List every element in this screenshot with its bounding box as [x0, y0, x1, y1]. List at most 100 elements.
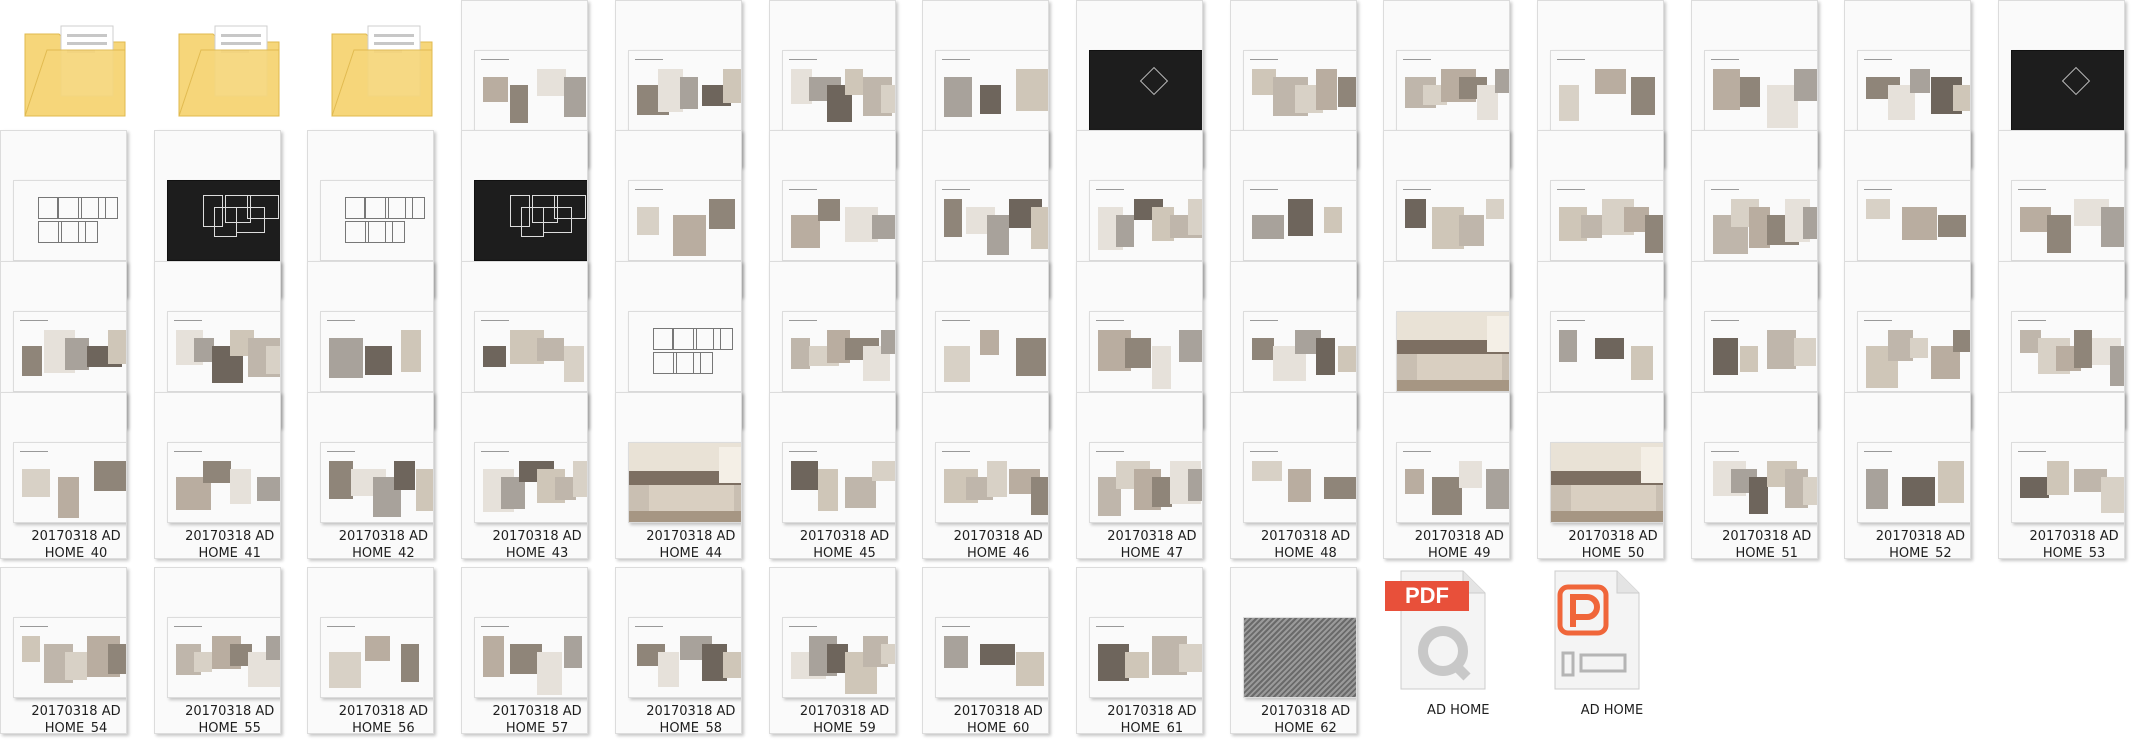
file-name-label: 20170318 AD HOME_59 — [799, 704, 890, 734]
slide-thumbnail — [2011, 180, 2125, 261]
thumb-decoration — [1115, 215, 1134, 247]
slide-thumbnail — [1703, 311, 1817, 392]
slide-thumbnail — [13, 617, 126, 698]
thumb-decoration — [1559, 85, 1579, 121]
thumb-decoration — [2018, 320, 2047, 321]
slide-thumbnail — [2011, 50, 2125, 131]
file-name-label: 20170318 AD HOME_50 — [1568, 529, 1658, 559]
slide-thumbnail — [935, 180, 1049, 261]
file-item[interactable]: 20170318 AD HOME_47 — [1075, 392, 1203, 559]
thumb-decoration — [564, 346, 585, 382]
thumb-decoration — [327, 451, 356, 452]
thumb-decoration — [1710, 451, 1739, 452]
thumb-decoration — [679, 77, 698, 109]
file-grid: CAD施工图物料表效果图及彩平20170318 AD HOME_12017031… — [0, 0, 2146, 748]
thumb-decoration — [658, 652, 680, 687]
thumb-decoration — [708, 199, 735, 229]
slide-thumbnail — [781, 50, 895, 131]
thumb-decoration — [1580, 215, 1602, 238]
thumb-decoration — [2047, 215, 2072, 253]
thumb-decoration — [481, 320, 510, 321]
thumb-decoration — [173, 451, 202, 452]
thumb-decoration — [22, 469, 50, 497]
file-item[interactable]: 20170318 AD HOME_60 — [922, 567, 1050, 734]
thumb-decoration — [1323, 477, 1356, 499]
thumb-decoration — [1793, 69, 1817, 101]
file-item[interactable]: 20170318 AD HOME_41 — [153, 392, 281, 559]
thumb-decoration — [394, 461, 416, 490]
thumb-decoration — [1952, 330, 1971, 352]
thumb-decoration — [1249, 451, 1278, 452]
thumb-decoration — [1249, 189, 1278, 190]
thumb-decoration — [942, 59, 971, 60]
thumb-decoration — [1486, 469, 1510, 509]
slide-thumbnail — [1242, 180, 1356, 261]
file-name-label: 20170318 AD HOME_49 — [1414, 529, 1504, 559]
thumb-decoration — [980, 85, 1002, 114]
file-name-label: 20170318 AD HOME_45 — [799, 529, 890, 559]
thumb-decoration — [844, 477, 876, 508]
file-item[interactable]: 20170318 AD HOME_57 — [461, 567, 589, 734]
file-item[interactable]: 20170318 AD HOME_58 — [614, 567, 742, 734]
file-item[interactable]: 20170318 AD HOME_53 — [1998, 392, 2126, 559]
slide-thumbnail — [935, 50, 1049, 131]
file-name-label: 20170318 AD HOME_44 — [646, 529, 736, 559]
thumb-decoration — [1459, 215, 1485, 246]
file-name-label: 20170318 AD HOME_41 — [185, 529, 275, 559]
thumb-decoration — [1403, 59, 1432, 60]
file-item[interactable]: 20170318 AD HOME_51 — [1690, 392, 1818, 559]
file-name-label: AD HOME — [1427, 703, 1490, 718]
slide-thumbnail — [1703, 50, 1817, 131]
thumb-decoration — [1030, 207, 1049, 249]
file-item[interactable]: 20170318 AD HOME_46 — [922, 392, 1050, 559]
thumb-decoration — [1559, 330, 1577, 362]
file-item[interactable]: 20170318 AD HOME_50 — [1537, 392, 1664, 559]
wps-file-item[interactable]: AD HOME — [1537, 567, 1687, 732]
thumb-decoration — [173, 626, 202, 627]
thumb-decoration — [1909, 338, 1928, 358]
thumb-decoration — [483, 636, 505, 677]
thumb-decoration — [2061, 66, 2091, 96]
thumb-decoration — [987, 461, 1008, 497]
pdf-file-item[interactable]: PDF AD HOME — [1383, 567, 1533, 732]
thumb-decoration — [98, 197, 118, 219]
file-item[interactable]: 20170318 AD HOME_62 — [1229, 567, 1357, 734]
file-item[interactable]: 20170318 AD HOME_56 — [307, 567, 435, 734]
thumb-decoration — [401, 330, 422, 372]
file-item[interactable]: 20170318 AD HOME_49 — [1383, 392, 1511, 559]
thumb-decoration — [1802, 207, 1817, 239]
file-item[interactable]: 20170318 AD HOME_61 — [1075, 567, 1203, 734]
file-item[interactable]: 20170318 AD HOME_54 — [0, 567, 127, 734]
thumb-decoration — [788, 59, 817, 60]
file-name-label: 20170318 AD HOME_56 — [338, 704, 428, 734]
slide-thumbnail — [13, 311, 126, 392]
thumb-decoration — [1251, 215, 1284, 239]
thumb-decoration — [944, 346, 971, 382]
file-item[interactable]: 20170318 AD HOME_43 — [461, 392, 589, 559]
thumb-decoration — [987, 215, 1010, 255]
file-item[interactable]: 20170318 AD HOME_48 — [1229, 392, 1357, 559]
slide-thumbnail — [781, 617, 895, 698]
file-item[interactable]: 20170318 AD HOME_45 — [768, 392, 896, 559]
file-item[interactable]: 20170318 AD HOME_55 — [153, 567, 281, 734]
file-item[interactable]: 20170318 AD HOME_52 — [1844, 392, 1972, 559]
thumb-decoration — [942, 451, 971, 452]
slide-thumbnail — [474, 180, 588, 261]
thumb-decoration — [1151, 346, 1171, 389]
thumb-decoration — [1403, 451, 1432, 452]
thumb-decoration — [634, 626, 663, 627]
slide-thumbnail — [320, 180, 434, 261]
thumb-decoration — [1124, 652, 1149, 678]
thumb-decoration — [329, 461, 354, 499]
file-item[interactable]: 20170318 AD HOME_42 — [307, 392, 435, 559]
thumb-decoration — [481, 59, 510, 60]
thumb-decoration — [1016, 338, 1047, 376]
slide-thumbnail — [1242, 50, 1356, 131]
file-name-label: 20170318 AD HOME_48 — [1260, 529, 1351, 559]
thumb-decoration — [1287, 469, 1311, 502]
file-item[interactable]: 20170318 AD HOME_44 — [614, 392, 742, 559]
file-item[interactable]: 20170318 AD HOME_40 — [0, 392, 127, 559]
thumb-decoration — [1249, 320, 1278, 321]
file-item[interactable]: 20170318 AD HOME_59 — [768, 567, 896, 734]
thumb-decoration — [1187, 199, 1202, 235]
